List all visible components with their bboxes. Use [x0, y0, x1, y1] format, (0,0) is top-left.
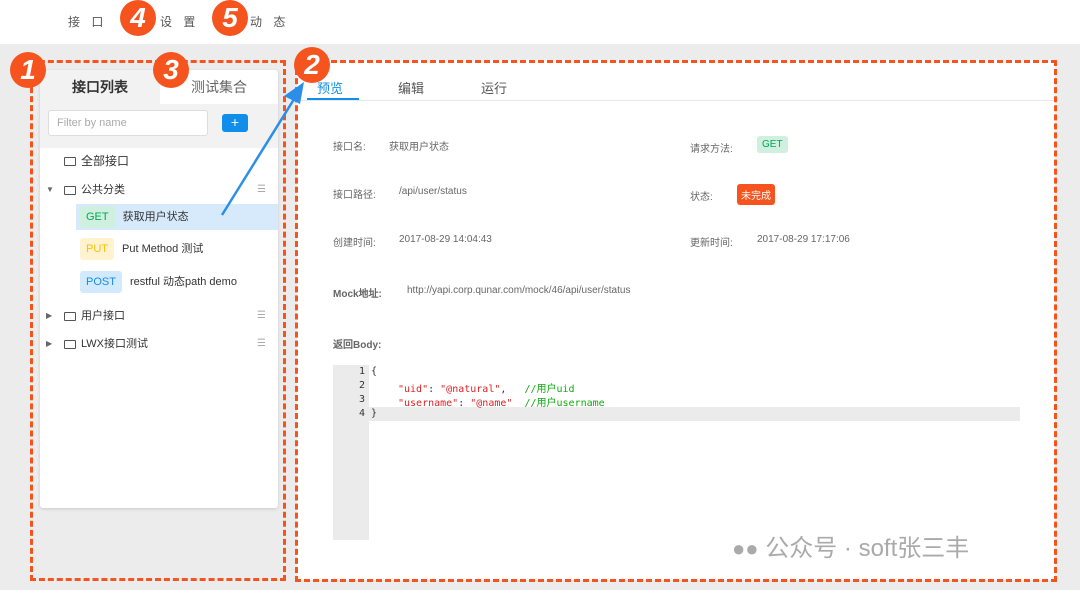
- annotation-3: 3: [153, 52, 189, 88]
- annotation-5: 5: [212, 0, 248, 36]
- wechat-icon: ●●: [732, 536, 759, 561]
- watermark: ●● 公众号 · soft张三丰: [732, 535, 970, 562]
- annotation-1: 1: [10, 52, 46, 88]
- annotation-4: 4: [120, 0, 156, 36]
- annotation-2: 2: [294, 47, 330, 83]
- annotation-arrow: [220, 82, 304, 216]
